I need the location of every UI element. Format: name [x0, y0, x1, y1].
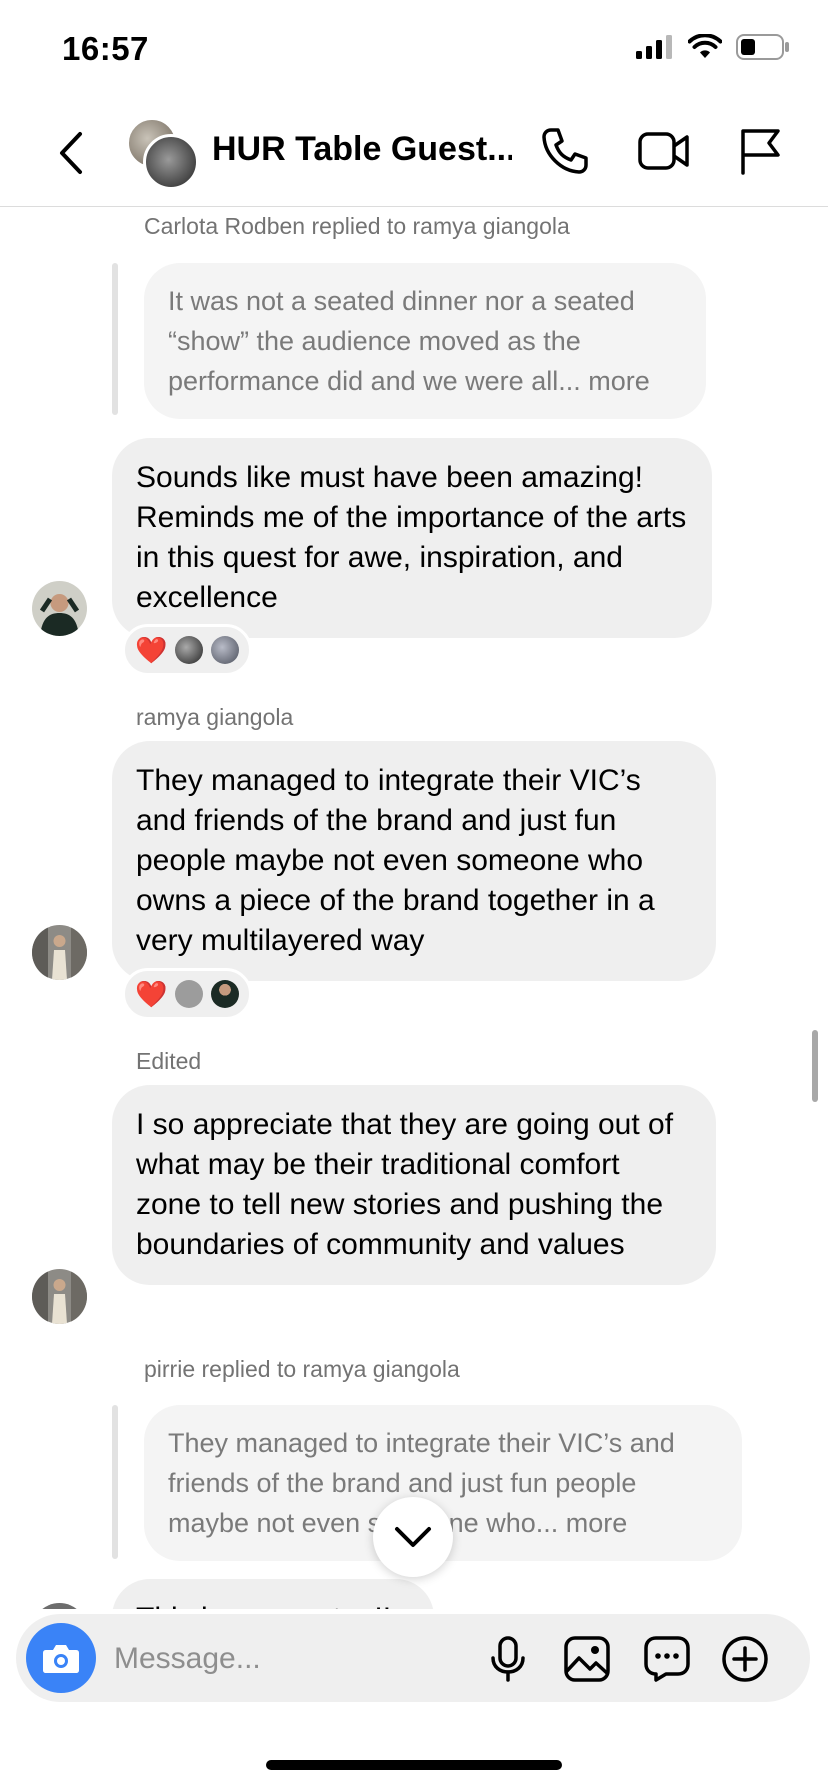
phone-icon — [542, 128, 588, 174]
reactor-avatar — [175, 980, 204, 1008]
sender-avatar[interactable] — [32, 925, 87, 980]
reply-context-label: pirrie replied to ramya giangola — [144, 1356, 460, 1382]
sender-name: ramya giangola — [136, 704, 294, 730]
plus-circle-icon — [722, 1636, 768, 1682]
quoted-message[interactable]: It was not a seated dinner nor a seated … — [144, 263, 706, 419]
message-bubble[interactable]: I so appreciate that they are going out … — [112, 1085, 716, 1285]
message-bubble[interactable]: This is so rare too!! — [112, 1579, 434, 1609]
group-avatar[interactable] — [127, 118, 199, 190]
add-button[interactable] — [722, 1636, 768, 1687]
wifi-icon — [688, 34, 722, 58]
status-bar: 16:57 — [0, 0, 828, 100]
flag-icon — [741, 129, 780, 175]
cellular-signal-icon — [636, 35, 672, 59]
sticker-button[interactable] — [644, 1636, 690, 1687]
chevron-down-icon — [395, 1527, 431, 1547]
chevron-left-icon — [60, 132, 82, 174]
status-time: 16:57 — [62, 30, 149, 67]
sender-avatar[interactable] — [32, 1269, 87, 1324]
status-icons — [636, 34, 790, 60]
gallery-button[interactable] — [564, 1636, 610, 1687]
image-icon — [564, 1636, 610, 1682]
scrollbar[interactable] — [812, 1030, 818, 1102]
conversation-title[interactable]: HUR Table Guest... — [212, 130, 512, 169]
video-camera-icon — [638, 132, 689, 170]
microphone-icon — [491, 1636, 525, 1682]
call-button[interactable] — [540, 126, 590, 181]
back-button[interactable] — [52, 128, 92, 178]
sender-avatar[interactable] — [32, 1603, 87, 1609]
home-indicator[interactable] — [266, 1760, 562, 1770]
reactions-bar[interactable]: ❤️ — [122, 624, 253, 676]
report-button[interactable] — [738, 126, 782, 181]
message-input[interactable] — [112, 1630, 476, 1688]
reply-context-label: Carlota Rodben replied to ramya giangola — [144, 213, 570, 239]
heart-reaction: ❤️ — [135, 635, 168, 665]
message-thread[interactable]: Carlota Rodben replied to ramya giangola… — [0, 207, 828, 1609]
camera-button[interactable] — [26, 1623, 96, 1693]
reply-indicator-bar — [112, 1405, 118, 1559]
message-bubble[interactable]: Sounds like must have been amazing! Remi… — [112, 438, 712, 638]
reactor-avatar — [175, 636, 204, 664]
sender-avatar[interactable] — [32, 581, 87, 636]
reactor-avatar — [211, 980, 240, 1008]
member-avatar — [143, 134, 199, 190]
chat-header: HUR Table Guest... — [0, 100, 828, 207]
video-call-button[interactable] — [638, 126, 690, 181]
reactions-bar[interactable]: ❤️ — [122, 968, 253, 1020]
battery-icon — [736, 34, 789, 60]
message-composer — [16, 1614, 810, 1702]
heart-reaction: ❤️ — [135, 979, 168, 1009]
reply-indicator-bar — [112, 263, 118, 415]
camera-icon — [43, 1645, 79, 1673]
edited-label: Edited — [136, 1048, 202, 1074]
reactor-avatar — [211, 636, 240, 664]
chat-bubble-icon — [644, 1636, 690, 1682]
voice-message-button[interactable] — [490, 1636, 526, 1687]
message-bubble[interactable]: They managed to integrate their VIC’s an… — [112, 741, 716, 981]
scroll-to-bottom-button[interactable] — [373, 1497, 453, 1577]
